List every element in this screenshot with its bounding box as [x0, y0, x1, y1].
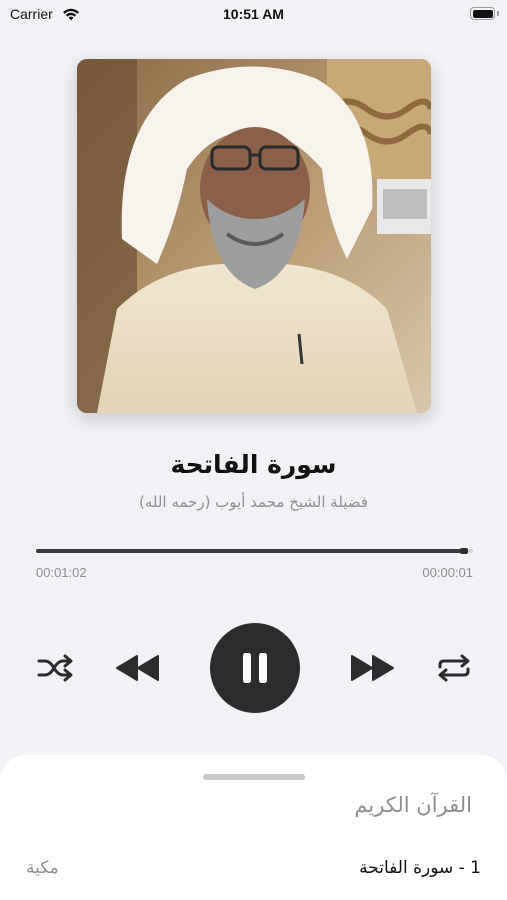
repeat-icon [438, 654, 470, 682]
progress-thumb[interactable] [460, 548, 469, 554]
pause-icon [243, 653, 267, 683]
status-time: 10:51 AM [223, 6, 284, 22]
shuffle-button[interactable] [35, 650, 75, 686]
forward-icon [351, 655, 394, 681]
previous-button[interactable] [111, 650, 163, 686]
reciter-name: فضيلة الشيخ محمد أيوب (رحمه الله) [138, 493, 369, 511]
shuffle-icon [37, 654, 73, 682]
progress-fill [36, 549, 465, 553]
track-title: سورة الفاتحة [170, 450, 337, 479]
surah-revelation-type: مكية [26, 858, 59, 878]
album-artwork [77, 59, 431, 413]
elapsed-time: 00:01:02 [36, 565, 87, 580]
remaining-time: 00:00:01 [422, 565, 473, 580]
playlist-item[interactable]: 1 - سورة الفاتحة مكية [0, 854, 507, 888]
sheet-grabber-handle[interactable] [203, 774, 305, 780]
status-bar: Carrier 10:51 AM [0, 0, 507, 30]
next-button[interactable] [347, 650, 399, 686]
battery-icon [470, 7, 499, 20]
reciter-portrait-image [77, 59, 431, 413]
surah-name: 1 - سورة الفاتحة [359, 858, 481, 878]
backward-icon [116, 655, 159, 681]
progress-slider[interactable] [36, 548, 473, 554]
repeat-button[interactable] [434, 650, 474, 686]
pause-button[interactable] [210, 623, 300, 713]
playlist-sheet[interactable]: القرآن الكريم 1 - سورة الفاتحة مكية [0, 755, 507, 900]
playlist-title: القرآن الكريم [354, 793, 472, 817]
